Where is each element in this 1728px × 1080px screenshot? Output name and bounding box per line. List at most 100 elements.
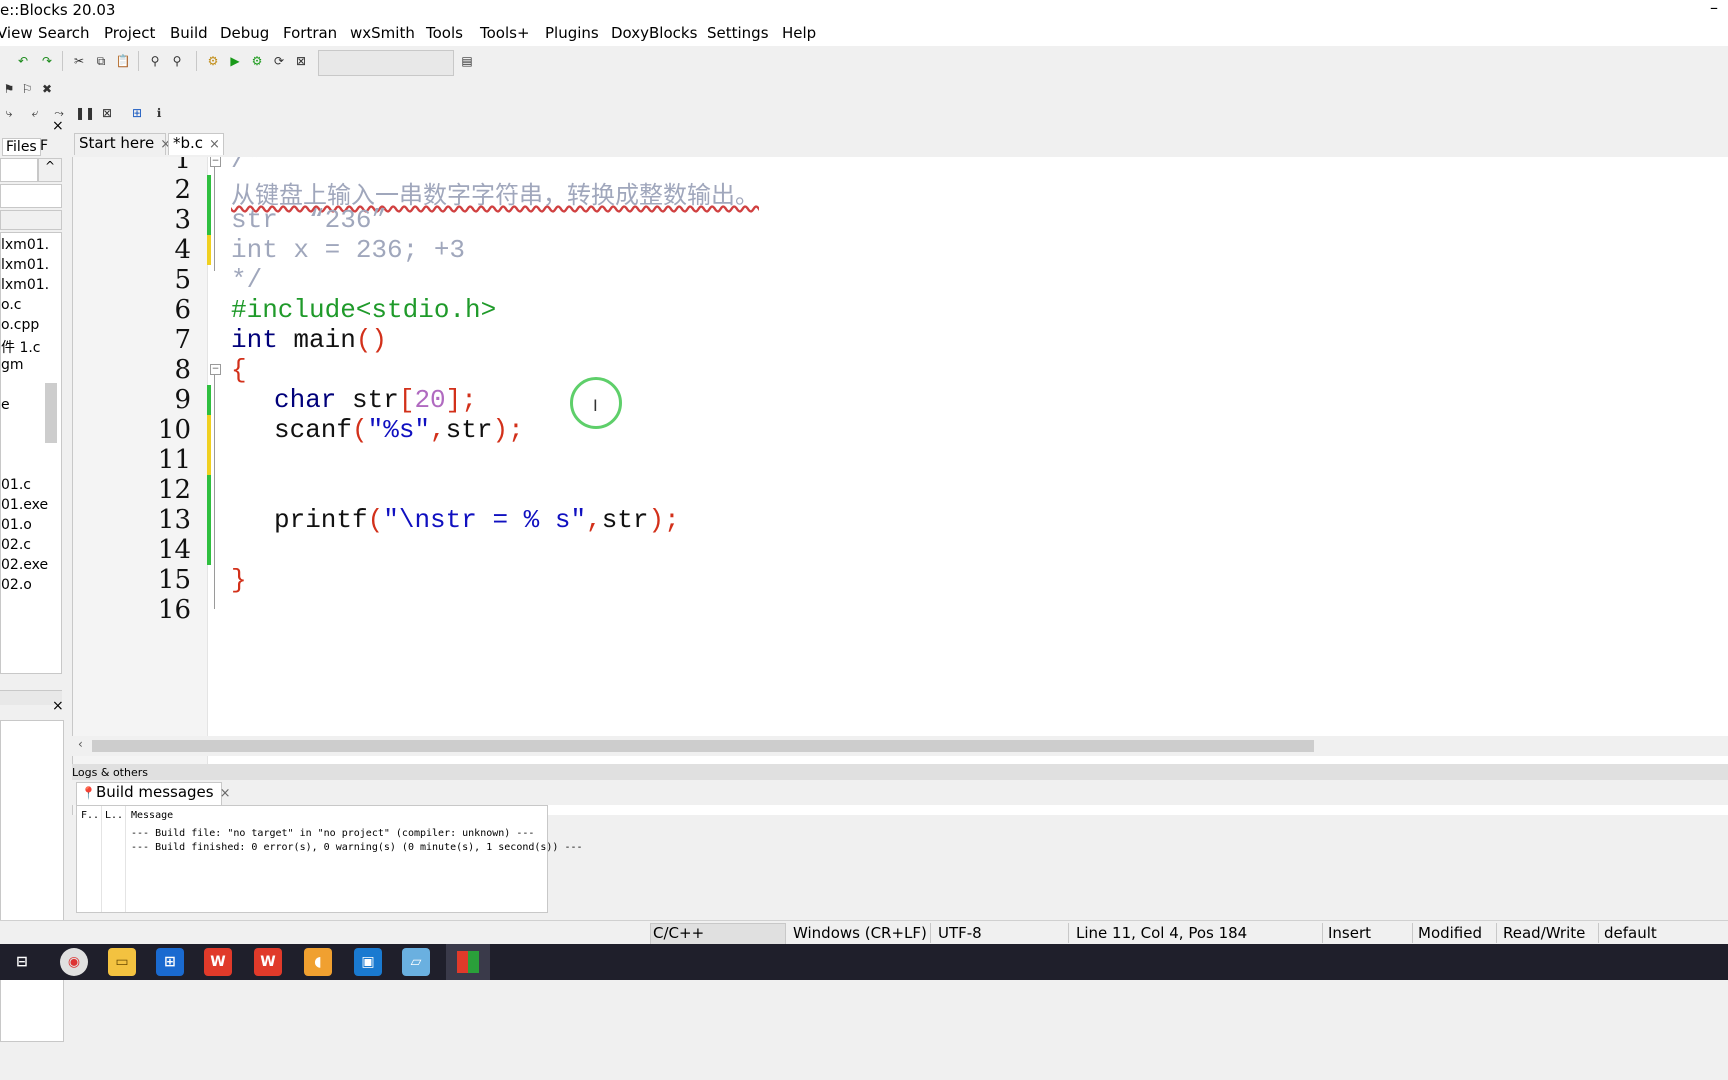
code-line: #include<stdio.h> [231,295,497,325]
undo-icon[interactable]: ↶ [14,52,32,70]
step-out-icon[interactable]: ⤶ [26,104,44,122]
column-header-file[interactable]: F.. [81,810,99,821]
various-info-icon[interactable]: ℹ [150,104,168,122]
tree-item[interactable]: 02.c [1,537,31,553]
bookmark-clear-icon[interactable]: ✖ [38,80,56,98]
menu-plugins[interactable]: Plugins [545,24,599,42]
store-icon[interactable]: ⊞ [156,948,184,976]
menu-doxyblocks[interactable]: DoxyBlocks [611,24,697,42]
build-message-row[interactable]: --- Build finished: 0 error(s), 0 warnin… [131,842,583,853]
tree-item[interactable]: 01.c [1,477,31,493]
change-marker-saved [207,175,211,205]
build-gear-icon[interactable]: ⚙ [204,52,222,70]
step-into-icon[interactable]: ⤷ [0,104,18,122]
stop-debug-icon[interactable]: ⊠ [98,104,116,122]
tab-fsymbols[interactable]: F [40,138,48,154]
code-line: */ [231,265,263,295]
codeblocks-icon[interactable] [446,944,490,980]
secondary-panel [0,720,64,1042]
mask-select[interactable] [0,210,62,230]
menu-settings[interactable]: Settings [707,24,769,42]
code-line: scanf("%s",str); [274,415,524,445]
menu-project[interactable]: Project [104,24,155,42]
tree-item[interactable]: lxm01. [1,257,49,273]
debug-windows-icon[interactable]: ⊞ [128,104,146,122]
tree-item[interactable]: lxm01. [1,237,49,253]
tree-item[interactable]: 01.o [1,517,32,533]
tree-item[interactable]: o.c [1,297,21,313]
menu-wxsmith[interactable]: wxSmith [350,24,415,42]
tree-item[interactable]: e [1,397,10,413]
redo-icon[interactable]: ↷ [38,52,56,70]
code-editor[interactable]: 1 2 3 4 5 6 7 8 9 10 11 12 13 14 15 16 −… [72,157,1728,815]
bookmark-icon[interactable]: ⚑ [0,80,18,98]
menu-build[interactable]: Build [170,24,208,42]
menu-view[interactable]: View [0,24,33,42]
identifier: printf [274,505,368,535]
menu-help[interactable]: Help [782,24,816,42]
panel2-close-button[interactable]: × [52,698,64,714]
panel-close-button[interactable]: × [52,118,64,134]
tree-item[interactable]: 02.o [1,577,32,593]
task-view-icon[interactable]: ⊟ [8,948,36,976]
tab-start-here[interactable]: Start here × [74,133,171,155]
tab-b-c[interactable]: *b.c × [168,133,224,155]
path-select[interactable] [0,184,62,208]
scroll-left-icon[interactable]: ‹ [78,737,83,751]
status-cursor-position: Line 11, Col 4, Pos 184 [1076,924,1248,942]
break-icon[interactable]: ❚❚ [75,104,95,122]
target-options-icon[interactable]: ▤ [458,52,476,70]
menu-fortran[interactable]: Fortran [283,24,337,42]
menu-tools-plus[interactable]: Tools+ [480,24,530,42]
bookmark-next-icon[interactable]: ⚐ [18,80,36,98]
menu-debug[interactable]: Debug [220,24,269,42]
tree-item[interactable]: gm [1,357,24,373]
column-divider [101,806,102,912]
identifier: str [601,505,649,535]
column-header-message[interactable]: Message [131,810,173,821]
fold-toggle-icon[interactable]: − [210,157,221,167]
close-icon[interactable]: × [209,137,220,152]
cut-icon[interactable]: ✂ [70,52,88,70]
hscroll-thumb[interactable] [92,740,1314,752]
tree-item[interactable]: 01.exe [1,497,48,513]
tree-item[interactable]: o.cpp [1,317,39,333]
wps-writer-icon[interactable]: W [204,948,232,976]
file-tree[interactable]: lxm01. lxm01. lxm01. o.c o.cpp 件 1.c gm … [0,232,62,674]
build-message-row[interactable]: --- Build file: "no target" in "no proje… [131,828,534,839]
video-icon[interactable]: ▣ [354,948,382,976]
debugger-toolbar: ⤷ ⤶ ⤳ ❚❚ ⊠ ⊞ ℹ [0,104,1728,126]
notepad-icon[interactable]: ▱ [402,948,430,976]
tree-item[interactable]: lxm01. [1,277,49,293]
find-icon[interactable]: ⚲ [146,52,164,70]
tab-files[interactable]: Files [2,138,41,156]
fold-toggle-icon[interactable]: − [210,364,221,375]
tree-item[interactable]: 件 1.c [1,337,41,357]
editor-hscrollbar[interactable]: ‹ [72,736,1728,756]
acorn-icon[interactable]: ◖ [304,948,332,976]
tab-build-messages[interactable]: 📍Build messages × [76,782,231,805]
filter-select[interactable] [0,158,38,182]
column-header-line[interactable]: L.. [105,810,123,821]
build-messages-list[interactable]: F.. L.. Message --- Build file: "no targ… [76,805,583,913]
scroll-up-button[interactable]: ^ [38,158,62,182]
status-modified: Modified [1418,924,1483,942]
build-and-run-icon[interactable]: ⚙ [248,52,266,70]
rebuild-icon[interactable]: ⟳ [270,52,288,70]
operator: [ [398,385,415,415]
build-target-select[interactable] [318,50,454,76]
copy-icon[interactable]: ⧉ [92,52,110,70]
replace-icon[interactable]: ⚲ [168,52,186,70]
paste-icon[interactable]: 📋 [114,52,132,70]
run-icon[interactable]: ▶ [226,52,244,70]
tree-item[interactable]: 02.exe [1,557,48,573]
chrome-icon[interactable]: ◉ [60,948,88,976]
tree-scrollbar-thumb[interactable] [45,383,57,443]
abort-icon[interactable]: ⊠ [292,52,310,70]
wps-office-icon[interactable]: W [254,948,282,976]
menu-search[interactable]: Search [38,24,90,42]
menu-tools[interactable]: Tools [426,24,463,42]
close-icon[interactable]: × [220,786,231,801]
minimize-button[interactable]: – [1710,0,1718,17]
file-explorer-icon[interactable]: ▭ [108,948,136,976]
